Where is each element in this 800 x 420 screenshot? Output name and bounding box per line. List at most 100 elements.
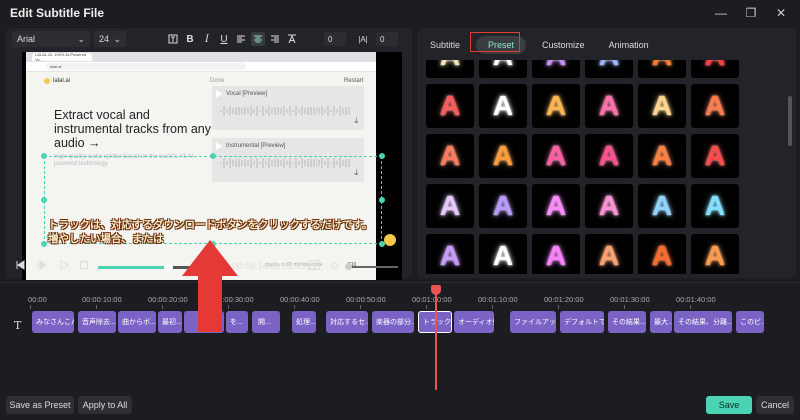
text-transform-icon[interactable] xyxy=(285,32,299,46)
subtitle-clip[interactable]: オーディオ処... xyxy=(454,311,494,333)
previous-frame-icon[interactable] xyxy=(12,260,28,273)
preset-tile[interactable]: A xyxy=(479,134,527,178)
align-left-icon[interactable] xyxy=(234,32,248,46)
subtitle-clip[interactable]: その結果... xyxy=(608,311,646,333)
timeline-ruler[interactable]: 00:00 00:00:10:00 00:00:20:00 00:00:30:00 00… xyxy=(28,291,800,309)
tab-animation[interactable]: Animation xyxy=(597,36,661,54)
align-right-icon[interactable] xyxy=(268,32,282,46)
preset-tile[interactable]: A xyxy=(426,234,474,274)
resize-handle[interactable] xyxy=(210,153,216,159)
subtitle-clip[interactable]: その結果、分離... xyxy=(674,311,732,333)
preset-tile[interactable]: A xyxy=(532,184,580,228)
fit-icon[interactable] xyxy=(306,260,322,273)
vocal-track-card: Vocal [Preview] ⤓ xyxy=(212,86,364,130)
cancel-button[interactable]: Cancel xyxy=(756,396,794,414)
minimize-icon[interactable]: — xyxy=(708,3,734,23)
preset-tile[interactable]: A xyxy=(585,60,633,78)
ruler-tick-label: 00:00:50:00 xyxy=(346,295,386,304)
preset-tile[interactable]: A xyxy=(638,84,686,128)
preset-tile[interactable]: A xyxy=(638,184,686,228)
stop-icon[interactable] xyxy=(76,260,92,273)
preset-tile[interactable]: A xyxy=(691,84,739,128)
subtitle-clip[interactable]: 開... xyxy=(254,311,280,333)
preset-tile[interactable]: A xyxy=(585,134,633,178)
preset-tile[interactable]: A xyxy=(585,184,633,228)
preset-tile[interactable]: A xyxy=(426,134,474,178)
preset-tile[interactable]: A xyxy=(532,234,580,274)
underline-icon[interactable]: U xyxy=(217,32,231,46)
preset-tile[interactable]: A xyxy=(691,134,739,178)
preset-tile[interactable]: A xyxy=(532,60,580,78)
subtitle-clip[interactable]: 音声除去... xyxy=(78,311,116,333)
close-icon[interactable]: ✕ xyxy=(768,3,794,23)
subtitle-clip[interactable]: 最初... xyxy=(158,311,182,333)
waveform-bar xyxy=(225,108,228,114)
text-style-icon[interactable] xyxy=(166,32,180,46)
preset-tile[interactable]: A xyxy=(479,184,527,228)
font-select[interactable]: Arial ⌄ xyxy=(12,31,90,47)
resize-handle[interactable] xyxy=(41,241,47,247)
save-button[interactable]: Save xyxy=(706,396,752,414)
playhead-handle[interactable] xyxy=(431,285,441,295)
resize-handle[interactable] xyxy=(379,197,385,203)
preset-tile[interactable]: A xyxy=(691,234,739,274)
save-as-preset-button[interactable]: Save as Preset xyxy=(6,396,74,414)
playhead[interactable] xyxy=(431,285,441,391)
preset-tile[interactable]: A xyxy=(638,60,686,78)
waveform-bar xyxy=(309,107,312,115)
line-spacing-field[interactable]: 0 xyxy=(376,32,398,46)
letter-spacing-field[interactable]: 0 xyxy=(324,32,346,46)
zoom-slider[interactable] xyxy=(345,262,398,270)
italic-icon[interactable]: I xyxy=(200,32,214,46)
format-toolbar: Arial ⌄ 24 ⌄ B I U 0 |A| 0 xyxy=(6,28,412,50)
tab-customize[interactable]: Customize xyxy=(530,36,597,54)
preset-tile[interactable]: A xyxy=(479,84,527,128)
subtitle-clip[interactable]: このビ... xyxy=(736,311,764,333)
subtitle-clip[interactable]: 対応するセ... xyxy=(326,311,368,333)
tab-subtitle[interactable]: Subtitle xyxy=(418,36,472,54)
preset-tile[interactable]: A xyxy=(638,234,686,274)
bold-icon[interactable]: B xyxy=(183,32,197,46)
subtitle-clip[interactable]: みなさんこん... xyxy=(32,311,74,333)
maximize-icon[interactable]: ❐ xyxy=(738,3,764,23)
site-logo: lalal.ai xyxy=(44,78,70,84)
waveform-bar xyxy=(336,108,339,114)
window-title: Edit Subtitle File xyxy=(10,6,105,20)
align-center-icon[interactable] xyxy=(251,32,265,46)
subtitle-clip[interactable]: デフォルトで... xyxy=(560,311,604,333)
preset-tile[interactable]: A xyxy=(691,184,739,228)
play-icon[interactable] xyxy=(56,260,72,273)
progress-knob[interactable] xyxy=(163,263,173,272)
resize-handle[interactable] xyxy=(379,153,385,159)
waveform-bar xyxy=(321,106,324,116)
play-icon xyxy=(216,142,222,150)
browser-tab: LALAL.AI: 100% AI-Powered Vo... xyxy=(32,52,92,62)
preset-tile[interactable]: A xyxy=(691,60,739,78)
preset-tile[interactable]: A xyxy=(426,84,474,128)
subtitle-clip[interactable]: 楽器の部分... xyxy=(372,311,414,333)
subtitle-clip[interactable]: 曲からボ... xyxy=(118,311,156,333)
resize-handle[interactable] xyxy=(41,197,47,203)
subtitle-clip[interactable]: 処理... xyxy=(292,311,316,333)
apply-to-all-button[interactable]: Apply to All xyxy=(78,396,132,414)
preset-tile[interactable]: A xyxy=(532,84,580,128)
next-frame-icon[interactable] xyxy=(34,260,50,273)
preset-tile[interactable]: A xyxy=(479,60,527,78)
zoom-out-icon[interactable]: ⊖ xyxy=(327,261,343,272)
subtitle-clip[interactable]: ファイルアップ... xyxy=(510,311,556,333)
size-select[interactable]: 24 ⌄ xyxy=(94,31,126,47)
preset-tile[interactable]: A xyxy=(426,60,474,78)
preset-tile[interactable]: A xyxy=(532,134,580,178)
preset-tile[interactable]: A xyxy=(479,234,527,274)
subtitle-clip[interactable]: 最大... xyxy=(650,311,672,333)
preset-tile[interactable]: A xyxy=(426,184,474,228)
track-label: Instrumental [Preview] xyxy=(226,143,286,149)
preset-tile[interactable]: A xyxy=(638,134,686,178)
preset-tile[interactable]: A xyxy=(585,84,633,128)
zoom-slider-knob[interactable] xyxy=(345,262,352,270)
preset-scrollbar[interactable] xyxy=(788,96,792,146)
ruler-tick xyxy=(96,305,97,309)
preset-tile[interactable]: A xyxy=(585,234,633,274)
resize-handle[interactable] xyxy=(41,153,47,159)
waveform xyxy=(220,106,351,116)
